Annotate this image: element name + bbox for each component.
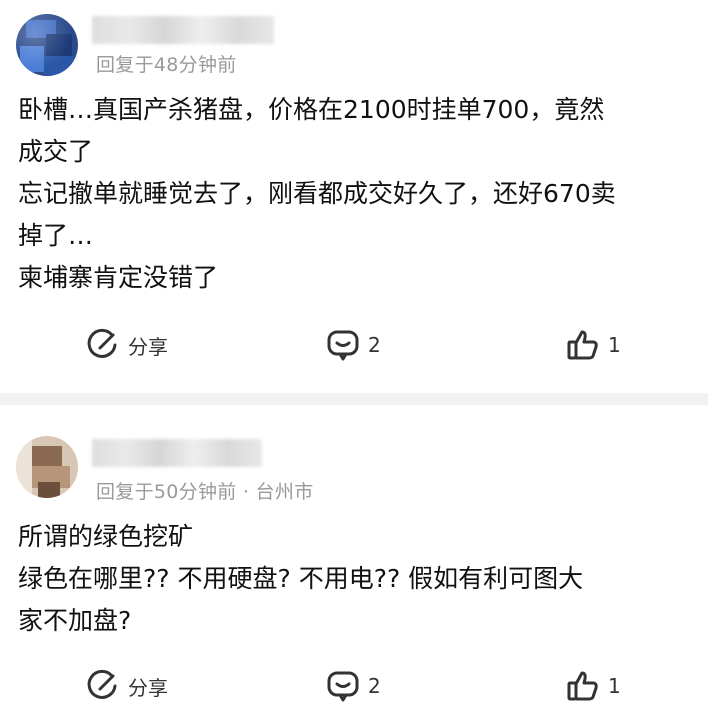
like-count: 1 — [608, 333, 621, 357]
comment-body: 所谓的绿色挖矿 绿色在哪里?? 不用硬盘? 不用电?? 假如有利可图大 家不加盘… — [18, 516, 583, 642]
avatar[interactable] — [16, 436, 78, 498]
share-label: 分享 — [128, 675, 168, 700]
share-button[interactable]: 分享 — [86, 328, 168, 362]
comment-button[interactable]: 2 — [326, 328, 381, 362]
share-label: 分享 — [128, 334, 168, 359]
comment-icon — [327, 330, 359, 361]
section-divider — [0, 393, 708, 405]
comment-line: 家不加盘? — [18, 606, 132, 635]
comment-count: 2 — [368, 674, 381, 698]
comment-card: 回复于50分钟前 · 台州市 所谓的绿色挖矿 绿色在哪里?? 不用硬盘? 不用电… — [0, 405, 708, 711]
comment-line: 成交了 — [18, 137, 94, 166]
comment-line: 卧槽…真国产杀猪盘，价格在2100时挂单700，竟然 — [18, 95, 605, 124]
like-button[interactable]: 1 — [566, 669, 621, 703]
comment-line: 忘记撤单就睡觉去了，刚看都成交好久了，还好670卖 — [18, 179, 616, 208]
share-icon — [87, 328, 117, 358]
comment-line: 掉了… — [18, 221, 94, 250]
like-button[interactable]: 1 — [566, 328, 621, 362]
avatar[interactable] — [16, 14, 78, 76]
like-count: 1 — [608, 674, 621, 698]
reply-time: 回复于48分钟前 — [96, 54, 237, 76]
share-icon — [87, 669, 117, 699]
comment-button[interactable]: 2 — [326, 669, 381, 703]
comment-body: 卧槽…真国产杀猪盘，价格在2100时挂单700，竟然 成交了 忘记撤单就睡觉去了… — [18, 89, 616, 299]
thumbs-up-icon — [567, 671, 598, 701]
username-blurred — [92, 439, 262, 467]
comment-card: 回复于48分钟前 卧槽…真国产杀猪盘，价格在2100时挂单700，竟然 成交了 … — [0, 0, 708, 393]
comment-line: 绿色在哪里?? 不用硬盘? 不用电?? 假如有利可图大 — [18, 564, 584, 593]
thumbs-up-icon — [567, 330, 598, 360]
username-blurred — [92, 16, 274, 44]
comment-icon — [327, 671, 359, 702]
comment-line: 所谓的绿色挖矿 — [18, 522, 194, 551]
action-bar: 分享 2 1 — [0, 328, 708, 368]
comment-line: 柬埔寨肯定没错了 — [18, 263, 219, 292]
share-button[interactable]: 分享 — [86, 669, 168, 703]
reply-time-location: 回复于50分钟前 · 台州市 — [96, 481, 314, 503]
action-bar: 分享 2 1 — [0, 669, 708, 709]
comment-count: 2 — [368, 333, 381, 357]
